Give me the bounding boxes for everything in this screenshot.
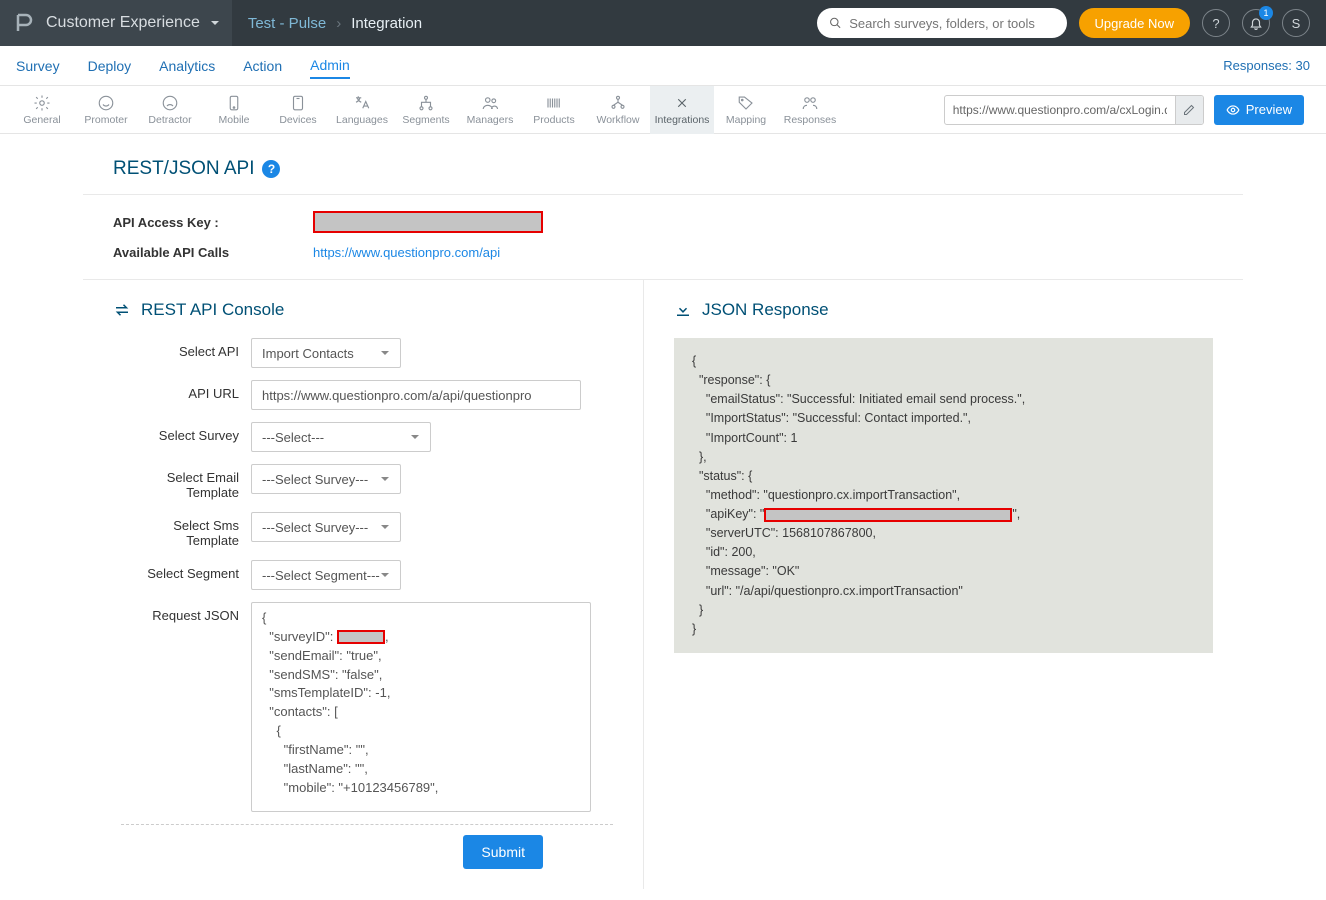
tab-survey[interactable]: Survey <box>16 54 60 78</box>
chevron-down-icon <box>410 432 420 442</box>
breadcrumb-current: Integration <box>351 15 422 32</box>
tab-admin[interactable]: Admin <box>310 53 350 79</box>
tab-action[interactable]: Action <box>243 54 282 78</box>
search-box[interactable] <box>817 8 1067 38</box>
frown-icon <box>161 94 179 112</box>
users-icon <box>481 94 499 112</box>
api-key-value-redacted <box>313 211 543 233</box>
top-bar: Customer Experience Test - Pulse › Integ… <box>0 0 1326 46</box>
tool-devices[interactable]: Devices <box>266 86 330 134</box>
tab-analytics[interactable]: Analytics <box>159 54 215 78</box>
notifications-button[interactable]: 1 <box>1242 9 1270 37</box>
nav-tabs: Survey Deploy Analytics Action Admin Res… <box>0 46 1326 86</box>
search-input[interactable] <box>849 16 1054 31</box>
sitemap-icon <box>417 94 435 112</box>
tool-products[interactable]: Products <box>522 86 586 134</box>
tool-integrations[interactable]: Integrations <box>650 86 714 134</box>
chevron-down-icon <box>210 18 220 28</box>
edit-url-button[interactable] <box>1175 96 1203 124</box>
avatar[interactable]: S <box>1282 9 1310 37</box>
responses-count[interactable]: Responses: 30 <box>1223 58 1310 73</box>
api-info: API Access Key : Available API Calls htt… <box>83 194 1243 280</box>
tool-mobile[interactable]: Mobile <box>202 86 266 134</box>
chevron-down-icon <box>380 474 390 484</box>
tool-languages[interactable]: Languages <box>330 86 394 134</box>
tool-managers[interactable]: Managers <box>458 86 522 134</box>
label-select-segment: Select Segment <box>121 560 251 590</box>
select-sms-template[interactable]: ---Select Survey--- <box>251 512 401 542</box>
main-content: REST/JSON API ? API Access Key : Availab… <box>73 134 1253 889</box>
tool-workflow[interactable]: Workflow <box>586 86 650 134</box>
barcode-icon <box>545 94 563 112</box>
help-button[interactable]: ? <box>1202 9 1230 37</box>
console-heading: REST API Console <box>113 300 613 320</box>
tab-deploy[interactable]: Deploy <box>88 54 132 78</box>
tag-icon <box>737 94 755 112</box>
chevron-down-icon <box>380 570 390 580</box>
brand-switcher[interactable]: Customer Experience <box>0 0 232 46</box>
label-request-json: Request JSON <box>121 602 251 812</box>
help-icon[interactable]: ? <box>262 160 280 178</box>
survey-id-redacted <box>337 630 385 644</box>
responses-icon <box>801 94 819 112</box>
tool-promoter[interactable]: Promoter <box>74 86 138 134</box>
api-key-label: API Access Key : <box>113 215 313 230</box>
page-title: REST/JSON API ? <box>113 158 1213 180</box>
translate-icon <box>353 94 371 112</box>
api-calls-link[interactable]: https://www.questionpro.com/api <box>313 245 500 260</box>
help-icon: ? <box>1212 16 1219 31</box>
brand-label: Customer Experience <box>46 14 200 32</box>
logo-icon <box>12 11 36 35</box>
admin-toolbar: General Promoter Detractor Mobile Device… <box>0 86 1326 134</box>
tool-mapping[interactable]: Mapping <box>714 86 778 134</box>
tool-segments[interactable]: Segments <box>394 86 458 134</box>
eye-icon <box>1226 103 1240 117</box>
api-calls-label: Available API Calls <box>113 245 313 260</box>
workflow-icon <box>609 94 627 112</box>
select-api[interactable]: Import Contacts <box>251 338 401 368</box>
search-icon <box>829 16 842 30</box>
label-select-api: Select API <box>121 338 251 368</box>
mobile-icon <box>225 94 243 112</box>
label-select-survey: Select Survey <box>121 422 251 452</box>
chevron-down-icon <box>380 348 390 358</box>
select-survey[interactable]: ---Select--- <box>251 422 431 452</box>
chevron-right-icon: › <box>336 15 341 32</box>
select-segment[interactable]: ---Select Segment--- <box>251 560 401 590</box>
breadcrumb-root[interactable]: Test - Pulse <box>248 15 326 32</box>
divider <box>121 824 613 825</box>
tool-detractor[interactable]: Detractor <box>138 86 202 134</box>
breadcrumb: Test - Pulse › Integration <box>232 15 438 32</box>
swap-icon <box>113 301 131 319</box>
console-form: Select API Import Contacts API URL Selec… <box>113 338 613 869</box>
tool-responses[interactable]: Responses <box>778 86 842 134</box>
share-url-box <box>944 95 1204 125</box>
label-select-email: Select Email Template <box>121 464 251 500</box>
request-json-textarea[interactable]: { "surveyID": , "sendEmail": "true", "se… <box>251 602 591 812</box>
pencil-icon <box>1183 104 1195 116</box>
gear-icon <box>33 94 51 112</box>
response-heading: JSON Response <box>674 300 1213 320</box>
submit-button[interactable]: Submit <box>463 835 543 869</box>
smile-plus-icon <box>97 94 115 112</box>
label-select-sms: Select Sms Template <box>121 512 251 548</box>
label-api-url: API URL <box>121 380 251 410</box>
devices-icon <box>289 94 307 112</box>
share-url-input[interactable] <box>945 103 1175 117</box>
select-email-template[interactable]: ---Select Survey--- <box>251 464 401 494</box>
tool-general[interactable]: General <box>10 86 74 134</box>
upgrade-button[interactable]: Upgrade Now <box>1079 8 1191 38</box>
integrations-icon <box>673 94 691 112</box>
download-icon <box>674 301 692 319</box>
chevron-down-icon <box>380 522 390 532</box>
preview-button[interactable]: Preview <box>1214 95 1304 125</box>
json-response-block: { "response": { "emailStatus": "Successf… <box>674 338 1213 653</box>
notification-badge: 1 <box>1259 6 1273 20</box>
api-url-input[interactable] <box>251 380 581 410</box>
api-key-redacted <box>764 508 1012 522</box>
